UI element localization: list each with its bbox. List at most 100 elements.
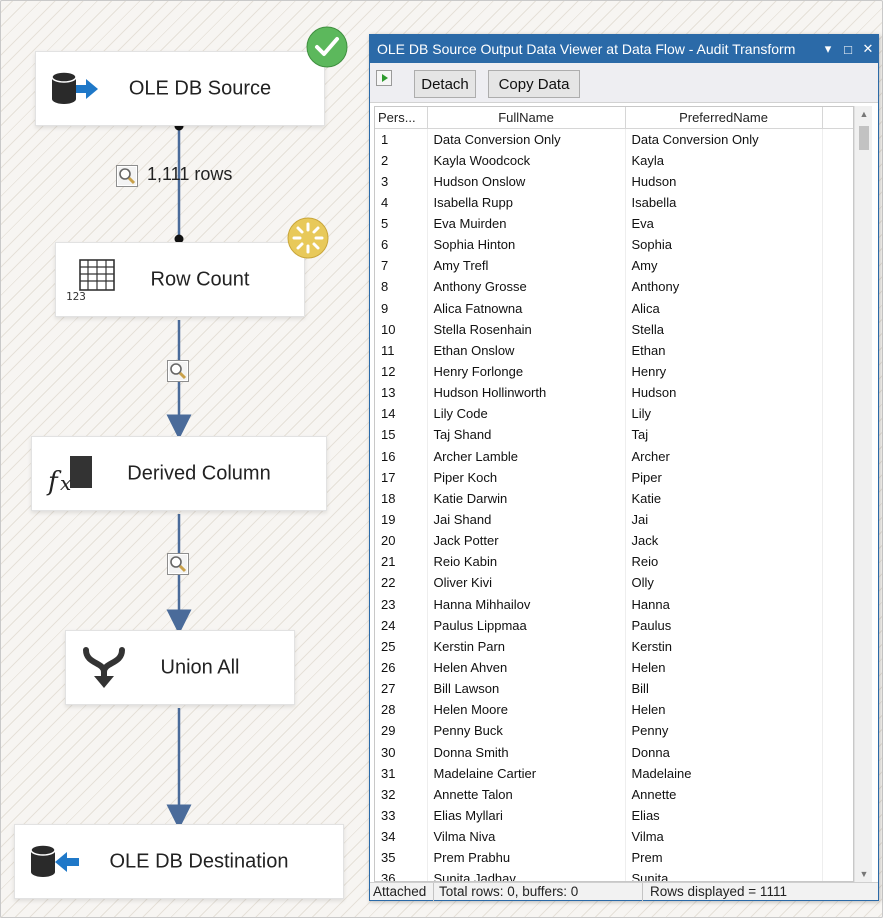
cell-fullname[interactable]: Ethan Onslow bbox=[427, 339, 626, 361]
table-row[interactable]: 24 Paulus Lippmaa Paulus bbox=[375, 614, 853, 636]
table-row[interactable]: 10 Stella Rosenhain Stella bbox=[375, 318, 853, 340]
cell-person-id[interactable]: 23 bbox=[375, 593, 428, 615]
data-viewer-magnifier-icon[interactable] bbox=[167, 360, 189, 382]
cell-fullname[interactable]: Stella Rosenhain bbox=[427, 318, 626, 340]
cell-person-id[interactable]: 10 bbox=[375, 318, 428, 340]
cell-preferredname[interactable]: Alica bbox=[625, 297, 823, 319]
row-count-node[interactable]: 123 Row Count bbox=[55, 242, 305, 317]
table-row[interactable]: 23 Hanna Mihhailov Hanna bbox=[375, 593, 853, 615]
copy-data-button[interactable]: Copy Data bbox=[488, 70, 580, 98]
cell-person-id[interactable]: 21 bbox=[375, 551, 428, 573]
cell-person-id[interactable]: 4 bbox=[375, 191, 428, 213]
ole-db-destination-node[interactable]: OLE DB Destination bbox=[14, 824, 344, 899]
cell-preferredname[interactable]: Hanna bbox=[625, 593, 823, 615]
cell-fullname[interactable]: Data Conversion Only bbox=[427, 128, 626, 150]
cell-preferredname[interactable]: Sunita bbox=[625, 868, 823, 881]
data-grid[interactable]: Pers... FullName PreferredName 1 Data Con… bbox=[374, 106, 854, 882]
cell-fullname[interactable]: Taj Shand bbox=[427, 424, 626, 446]
cell-person-id[interactable]: 29 bbox=[375, 720, 428, 742]
table-row[interactable]: 9 Alica Fatnowna Alica bbox=[375, 297, 853, 319]
cell-preferredname[interactable]: Katie bbox=[625, 487, 823, 509]
cell-fullname[interactable]: Penny Buck bbox=[427, 720, 626, 742]
cell-person-id[interactable]: 12 bbox=[375, 360, 428, 383]
table-row[interactable]: 33 Elias Myllari Elias bbox=[375, 804, 853, 826]
cell-fullname[interactable]: Hudson Onslow bbox=[427, 170, 626, 192]
cell-person-id[interactable]: 28 bbox=[375, 699, 428, 721]
cell-fullname[interactable]: Paulus Lippmaa bbox=[427, 614, 626, 636]
cell-person-id[interactable]: 9 bbox=[375, 297, 428, 319]
cell-preferredname[interactable]: Isabella bbox=[625, 191, 823, 213]
cell-fullname[interactable]: Hanna Mihhailov bbox=[427, 593, 626, 615]
cell-fullname[interactable]: Alica Fatnowna bbox=[427, 297, 626, 319]
cell-person-id[interactable]: 24 bbox=[375, 614, 428, 636]
cell-fullname[interactable]: Lily Code bbox=[427, 403, 626, 425]
table-row[interactable]: 28 Helen Moore Helen bbox=[375, 699, 853, 721]
cell-person-id[interactable]: 20 bbox=[375, 530, 428, 552]
data-viewer-title-bar[interactable]: OLE DB Source Output Data Viewer at Data… bbox=[370, 35, 878, 63]
cell-fullname[interactable]: Kerstin Parn bbox=[427, 635, 626, 657]
cell-preferredname[interactable]: Sophia bbox=[625, 234, 823, 256]
cell-fullname[interactable]: Annette Talon bbox=[427, 783, 626, 805]
table-row[interactable]: 5 Eva Muirden Eva bbox=[375, 212, 853, 235]
cell-preferredname[interactable]: Hudson bbox=[625, 382, 823, 404]
cell-fullname[interactable]: Henry Forlonge bbox=[427, 360, 626, 383]
table-row[interactable]: 11 Ethan Onslow Ethan bbox=[375, 339, 853, 361]
table-row[interactable]: 1 Data Conversion Only Data Conversion Onl… bbox=[375, 128, 853, 150]
cell-preferredname[interactable]: Lily bbox=[625, 403, 823, 425]
cell-person-id[interactable]: 36 bbox=[375, 868, 428, 881]
cell-preferredname[interactable]: Kayla bbox=[625, 149, 823, 171]
cell-preferredname[interactable]: Madelaine bbox=[625, 762, 823, 784]
cell-person-id[interactable]: 27 bbox=[375, 678, 428, 700]
table-row[interactable]: 25 Kerstin Parn Kerstin bbox=[375, 635, 853, 657]
cell-fullname[interactable]: Eva Muirden bbox=[427, 212, 626, 235]
cell-person-id[interactable]: 18 bbox=[375, 487, 428, 509]
cell-preferredname[interactable]: Bill bbox=[625, 678, 823, 700]
cell-person-id[interactable]: 6 bbox=[375, 234, 428, 256]
cell-preferredname[interactable]: Jai bbox=[625, 508, 823, 531]
cell-person-id[interactable]: 8 bbox=[375, 276, 428, 298]
vertical-scrollbar[interactable]: ▲ ▼ bbox=[854, 106, 872, 882]
cell-person-id[interactable]: 25 bbox=[375, 635, 428, 657]
cell-preferredname[interactable]: Amy bbox=[625, 255, 823, 277]
cell-fullname[interactable]: Jai Shand bbox=[427, 508, 626, 531]
table-row[interactable]: 27 Bill Lawson Bill bbox=[375, 678, 853, 700]
detach-button[interactable]: Detach bbox=[414, 70, 476, 98]
cell-fullname[interactable]: Archer Lamble bbox=[427, 445, 626, 467]
cell-preferredname[interactable]: Donna bbox=[625, 741, 823, 763]
cell-fullname[interactable]: Reio Kabin bbox=[427, 551, 626, 573]
cell-person-id[interactable]: 32 bbox=[375, 783, 428, 805]
cell-fullname[interactable]: Hudson Hollinworth bbox=[427, 382, 626, 404]
cell-fullname[interactable]: Helen Ahven bbox=[427, 656, 626, 679]
cell-fullname[interactable]: Kayla Woodcock bbox=[427, 149, 626, 171]
scroll-down-icon[interactable]: ▼ bbox=[855, 866, 873, 882]
table-row[interactable]: 13 Hudson Hollinworth Hudson bbox=[375, 382, 853, 404]
cell-fullname[interactable]: Isabella Rupp bbox=[427, 191, 626, 213]
cell-fullname[interactable]: Prem Prabhu bbox=[427, 847, 626, 869]
cell-preferredname[interactable]: Vilma bbox=[625, 826, 823, 848]
cell-preferredname[interactable]: Ethan bbox=[625, 339, 823, 361]
table-row[interactable]: 3 Hudson Onslow Hudson bbox=[375, 170, 853, 192]
column-header-person-id[interactable]: Pers... bbox=[375, 107, 428, 129]
derived-column-node[interactable]: f x Derived Column bbox=[31, 436, 327, 511]
table-row[interactable]: 19 Jai Shand Jai bbox=[375, 508, 853, 531]
cell-preferredname[interactable]: Henry bbox=[625, 360, 823, 383]
table-row[interactable]: 17 Piper Koch Piper bbox=[375, 466, 853, 488]
cell-fullname[interactable]: Sophia Hinton bbox=[427, 234, 626, 256]
cell-person-id[interactable]: 13 bbox=[375, 382, 428, 404]
cell-preferredname[interactable]: Penny bbox=[625, 720, 823, 742]
cell-person-id[interactable]: 26 bbox=[375, 656, 428, 679]
cell-person-id[interactable]: 2 bbox=[375, 149, 428, 171]
table-row[interactable]: 16 Archer Lamble Archer bbox=[375, 445, 853, 467]
column-header-preferredname[interactable]: PreferredName bbox=[625, 107, 823, 129]
union-all-node[interactable]: Union All bbox=[65, 630, 295, 705]
cell-preferredname[interactable]: Helen bbox=[625, 699, 823, 721]
cell-fullname[interactable]: Katie Darwin bbox=[427, 487, 626, 509]
cell-fullname[interactable]: Amy Trefl bbox=[427, 255, 626, 277]
table-row[interactable]: 21 Reio Kabin Reio bbox=[375, 551, 853, 573]
table-row[interactable]: 32 Annette Talon Annette bbox=[375, 783, 853, 805]
cell-preferredname[interactable]: Elias bbox=[625, 804, 823, 826]
table-row[interactable]: 29 Penny Buck Penny bbox=[375, 720, 853, 742]
play-icon[interactable] bbox=[376, 70, 392, 86]
cell-person-id[interactable]: 17 bbox=[375, 466, 428, 488]
table-row[interactable]: 35 Prem Prabhu Prem bbox=[375, 847, 853, 869]
